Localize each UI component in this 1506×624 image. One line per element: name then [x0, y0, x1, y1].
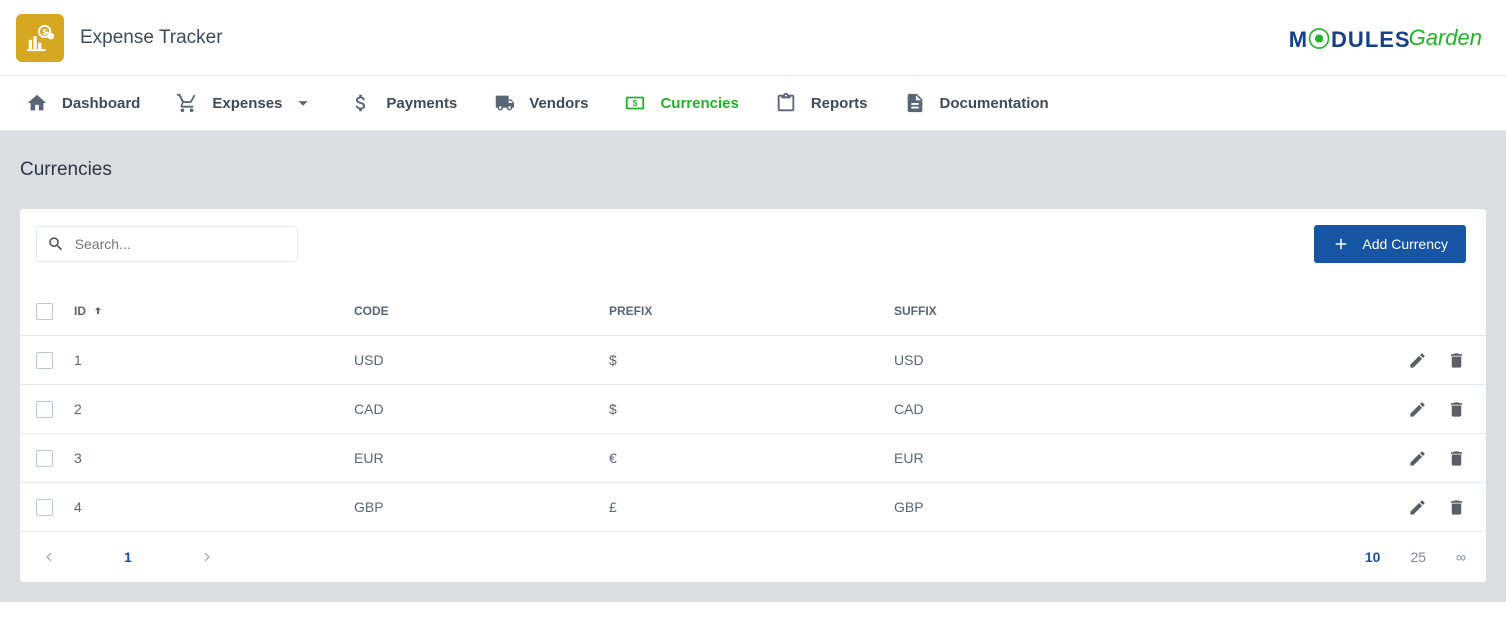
page-size-25[interactable]: 25 [1410, 549, 1426, 565]
cell-suffix: USD [894, 352, 1408, 368]
currencies-table: ID CODE PREFIX SUFFIX 1USD$USD2CAD$CAD3E… [20, 287, 1486, 532]
edit-icon[interactable] [1408, 351, 1427, 370]
cell-id: 2 [74, 401, 354, 417]
page-prev-icon[interactable] [40, 548, 58, 566]
cell-id: 1 [74, 352, 354, 368]
add-currency-label: Add Currency [1362, 236, 1448, 252]
document-icon [904, 92, 926, 114]
select-all-checkbox[interactable] [36, 303, 53, 320]
nav-expenses-label: Expenses [212, 95, 282, 112]
home-icon [26, 92, 48, 114]
cell-prefix: $ [609, 401, 894, 417]
nav-dashboard-label: Dashboard [62, 95, 140, 112]
edit-icon[interactable] [1408, 449, 1427, 468]
header-suffix[interactable]: SUFFIX [894, 304, 1408, 318]
cell-suffix: CAD [894, 401, 1408, 417]
nav-vendors-label: Vendors [529, 95, 588, 112]
add-currency-button[interactable]: Add Currency [1314, 225, 1466, 263]
cell-code: EUR [354, 450, 609, 466]
cell-id: 4 [74, 499, 354, 515]
sort-asc-icon [92, 305, 104, 317]
pagination-arrows: 1 [40, 548, 216, 566]
panel-toolbar: Add Currency [20, 209, 1486, 263]
cell-suffix: GBP [894, 499, 1408, 515]
search-input-wrapper[interactable] [36, 226, 298, 262]
table-row: 4GBP£GBP [20, 483, 1486, 532]
cell-code: GBP [354, 499, 609, 515]
nav-payments[interactable]: Payments [332, 76, 475, 131]
nav-vendors[interactable]: Vendors [475, 76, 606, 131]
delete-icon[interactable] [1447, 351, 1466, 370]
clipboard-icon [775, 92, 797, 114]
cell-suffix: EUR [894, 450, 1408, 466]
search-icon [47, 234, 65, 254]
nav-reports-label: Reports [811, 95, 868, 112]
nav-documentation[interactable]: Documentation [886, 76, 1067, 131]
page-size-inf[interactable]: ∞ [1456, 549, 1466, 565]
header-code[interactable]: CODE [354, 304, 609, 318]
cell-prefix: £ [609, 499, 894, 515]
delete-icon[interactable] [1447, 400, 1466, 419]
app-logo-icon: $ [16, 14, 64, 62]
row-checkbox[interactable] [36, 401, 53, 418]
page-next-icon[interactable] [198, 548, 216, 566]
svg-text:$: $ [633, 99, 638, 108]
cell-prefix: € [609, 450, 894, 466]
page-size-selector: 10 25 ∞ [1365, 549, 1466, 565]
cart-icon [176, 92, 198, 114]
row-checkbox[interactable] [36, 499, 53, 516]
cell-code: CAD [354, 401, 609, 417]
pagination: 1 10 25 ∞ [20, 532, 1486, 582]
row-checkbox[interactable] [36, 352, 53, 369]
nav-currencies-label: Currencies [660, 95, 738, 112]
table-row: 3EUR€EUR [20, 434, 1486, 483]
plus-icon [1332, 235, 1350, 253]
gear-icon: ⦿ [1308, 27, 1331, 52]
main-nav: Dashboard Expenses Payments Vendors $ Cu… [0, 76, 1506, 131]
topbar: $ Expense Tracker M⦿DULESGarden [0, 0, 1506, 76]
nav-payments-label: Payments [386, 95, 457, 112]
header-prefix[interactable]: PREFIX [609, 304, 894, 318]
page-body: Currencies Add Currency ID CODE PREFIX [0, 131, 1506, 602]
delete-icon[interactable] [1447, 449, 1466, 468]
nav-reports[interactable]: Reports [757, 76, 886, 131]
truck-icon [493, 92, 515, 114]
cell-id: 3 [74, 450, 354, 466]
header-id[interactable]: ID [74, 304, 354, 318]
content-panel: Add Currency ID CODE PREFIX SUFFIX 1USD$… [20, 209, 1486, 582]
page-size-10[interactable]: 10 [1365, 549, 1381, 565]
row-checkbox[interactable] [36, 450, 53, 467]
delete-icon[interactable] [1447, 498, 1466, 517]
table-header-row: ID CODE PREFIX SUFFIX [20, 287, 1486, 336]
nav-dashboard[interactable]: Dashboard [8, 76, 158, 131]
edit-icon[interactable] [1408, 400, 1427, 419]
nav-expenses[interactable]: Expenses [158, 76, 332, 131]
edit-icon[interactable] [1408, 498, 1427, 517]
chart-dollar-icon: $ [25, 23, 55, 53]
nav-currencies[interactable]: $ Currencies [606, 76, 756, 131]
cell-code: USD [354, 352, 609, 368]
chevron-down-icon [292, 92, 314, 114]
page-title: Currencies [20, 159, 1486, 181]
nav-documentation-label: Documentation [940, 95, 1049, 112]
table-row: 2CAD$CAD [20, 385, 1486, 434]
cell-prefix: $ [609, 352, 894, 368]
dollar-icon [350, 92, 372, 114]
table-row: 1USD$USD [20, 336, 1486, 385]
currency-icon: $ [624, 92, 646, 114]
app-title: Expense Tracker [80, 27, 223, 49]
vendor-logo[interactable]: M⦿DULESGarden [1289, 22, 1482, 54]
search-input[interactable] [75, 236, 287, 252]
page-current[interactable]: 1 [124, 549, 132, 565]
